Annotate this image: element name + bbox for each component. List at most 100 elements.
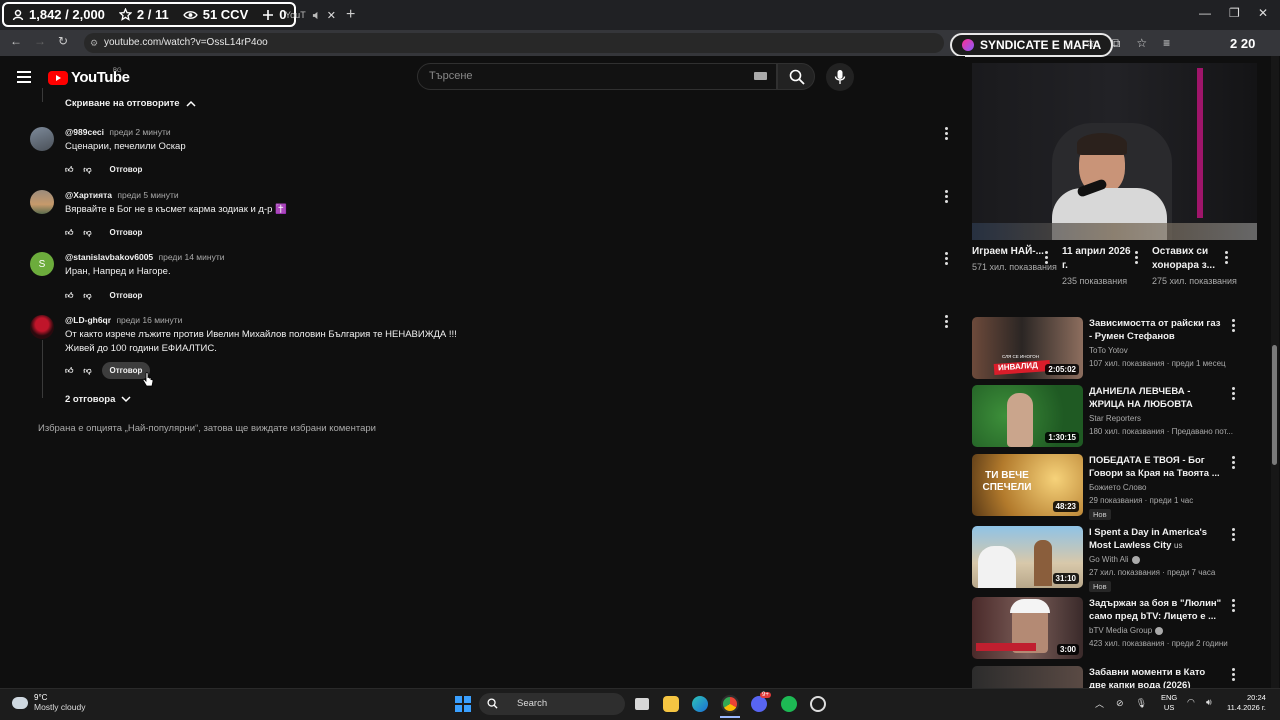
show-replies-button[interactable]: 2 отговора <box>65 394 131 405</box>
volume-icon[interactable]: 🔊︎ <box>1206 697 1212 708</box>
short-item[interactable]: 11 април 2026 г. 235 показвания <box>1062 245 1132 288</box>
avatar[interactable]: S <box>30 252 54 276</box>
comment-time[interactable]: преди 2 минути <box>109 127 170 137</box>
video-title[interactable]: Задържан за боя в "Люлин" само пред bTV:… <box>1089 597 1224 623</box>
language-indicator[interactable]: ENG US <box>1161 693 1177 713</box>
video-title[interactable]: Забавни моменти в Като две капки вода (2… <box>1089 666 1224 688</box>
chevron-up-icon[interactable]: ︿ <box>1095 697 1104 710</box>
like-icon[interactable]: 👍︎ <box>65 228 73 238</box>
clock[interactable]: 20:24 11.4.2026 г. <box>1227 693 1266 713</box>
reply-button[interactable]: Отговор <box>102 287 151 304</box>
restore-icon[interactable]: ❐ <box>1229 6 1240 20</box>
more-actions-icon[interactable] <box>1232 599 1236 614</box>
reading-list-icon[interactable]: ≡ <box>1163 36 1170 51</box>
video-thumbnail[interactable]: 1:30:15 <box>972 385 1083 447</box>
microphone-tray-icon[interactable]: 🎙︎ <box>1136 698 1147 709</box>
dislike-icon[interactable]: 👎︎ <box>83 228 91 238</box>
keyboard-icon[interactable] <box>754 72 767 80</box>
more-actions-icon[interactable] <box>945 252 949 267</box>
more-actions-icon[interactable] <box>1232 528 1236 543</box>
search-input[interactable]: Търсене <box>417 63 777 90</box>
comment-author[interactable]: @stanislavbakov6005 <box>65 252 153 262</box>
avatar[interactable] <box>30 190 54 214</box>
like-icon[interactable]: 👍︎ <box>65 366 73 376</box>
speaker-icon[interactable] <box>312 11 321 20</box>
avatar[interactable] <box>30 315 54 339</box>
video-title[interactable]: ДАНИЕЛА ЛЕВЧЕВА - ЖРИЦА НА ЛЮБОВТА <box>1089 385 1224 411</box>
more-actions-icon[interactable] <box>1225 251 1229 266</box>
more-actions-icon[interactable] <box>1232 456 1236 471</box>
site-info-icon[interactable]: ⚙ <box>90 38 98 49</box>
video-thumbnail[interactable]: 3:00 <box>972 597 1083 659</box>
more-actions-icon[interactable] <box>1045 251 1049 266</box>
menu-icon[interactable] <box>17 71 31 83</box>
favorites-icon[interactable]: ☆ <box>1136 36 1147 51</box>
file-explorer-icon[interactable] <box>663 696 679 712</box>
app-icon[interactable] <box>810 696 826 712</box>
browser-tab-youtube[interactable]: YouT ✕ <box>285 4 340 26</box>
video-player[interactable] <box>972 63 1257 240</box>
comment-time[interactable]: преди 14 минути <box>159 252 225 262</box>
channel-name[interactable]: Go With Ali <box>1089 555 1140 564</box>
close-tab-icon[interactable]: ✕ <box>327 9 336 22</box>
recommended-video[interactable]: Забавни моменти в Като две капки вода (2… <box>972 666 1247 688</box>
weather-widget[interactable]: 9°C Mostly cloudy <box>12 693 86 712</box>
recommended-video[interactable]: 3:00 Задържан за боя в "Люлин" само пред… <box>972 597 1247 661</box>
search-button[interactable] <box>777 63 815 90</box>
recommended-video[interactable]: 1:30:15 ДАНИЕЛА ЛЕВЧЕВА - ЖРИЦА НА ЛЮБОВ… <box>972 385 1247 449</box>
recommended-video[interactable]: ИНВАЛИД СЛЯ СЕ ИНОГОН 2:05:02 Зависимост… <box>972 317 1247 381</box>
scrollbar-thumb[interactable] <box>1272 345 1277 465</box>
more-actions-icon[interactable] <box>1135 251 1139 266</box>
close-window-icon[interactable]: ✕ <box>1258 6 1268 20</box>
reply-button[interactable]: Отговор <box>102 161 151 178</box>
back-icon[interactable]: ← <box>10 34 22 48</box>
network-icon[interactable]: ⊘ <box>1116 698 1124 709</box>
channel-name[interactable]: bTV Media Group <box>1089 626 1164 635</box>
bookmark-star-icon[interactable]: ☆ <box>1085 36 1096 51</box>
extensions-puzzle-icon[interactable]: ⧉ <box>1112 36 1121 51</box>
video-title[interactable]: ПОБЕДАТА Е ТВОЯ - Бог Говори за Края на … <box>1089 454 1224 480</box>
minimize-icon[interactable]: — <box>1199 6 1211 20</box>
forward-icon[interactable]: → <box>34 34 46 48</box>
channel-name[interactable]: Star Reporters <box>1089 414 1141 423</box>
task-view-icon[interactable] <box>635 698 649 710</box>
more-actions-icon[interactable] <box>945 127 949 142</box>
edge-icon[interactable] <box>692 696 708 712</box>
recommended-video[interactable]: 31:10 I Spent a Day in America's Most La… <box>972 526 1247 592</box>
voice-search-button[interactable] <box>826 63 854 91</box>
reply-button[interactable]: Отговор <box>102 224 151 241</box>
discord-icon[interactable] <box>751 696 767 712</box>
dislike-icon[interactable]: 👎︎ <box>83 165 91 175</box>
dislike-icon[interactable]: 👎︎ <box>83 291 91 301</box>
video-thumbnail[interactable]: 31:10 <box>972 526 1083 588</box>
windows-start-icon[interactable] <box>455 696 471 712</box>
more-actions-icon[interactable] <box>945 315 949 330</box>
url-field[interactable]: youtube.com/watch?v=OssL14rP4oo <box>84 33 944 53</box>
hide-replies-button[interactable]: Скриване на отговорите <box>65 98 196 109</box>
more-actions-icon[interactable] <box>1232 668 1236 683</box>
spotify-icon[interactable] <box>781 696 797 712</box>
video-title[interactable]: I Spent a Day in America's Most Lawless … <box>1089 526 1224 552</box>
video-thumbnail[interactable]: ИНВАЛИД СЛЯ СЕ ИНОГОН 2:05:02 <box>972 317 1083 379</box>
video-thumbnail[interactable] <box>972 666 1083 688</box>
channel-name[interactable]: ToTo Yotov <box>1089 346 1128 355</box>
more-actions-icon[interactable] <box>1232 387 1236 402</box>
channel-name[interactable]: Божието Слово <box>1089 483 1146 492</box>
reload-icon[interactable]: ↻ <box>58 34 68 48</box>
comment-author[interactable]: @Хартията <box>65 190 112 200</box>
comment-author[interactable]: @989ceci <box>65 127 104 137</box>
wifi-icon[interactable]: ◠ <box>1187 697 1195 708</box>
taskbar-search[interactable]: Search <box>479 693 625 715</box>
avatar[interactable] <box>30 127 54 151</box>
video-thumbnail[interactable]: ТИ ВЕЧЕ СПЕЧЕЛИ 48:23 <box>972 454 1083 516</box>
comment-time[interactable]: преди 16 минути <box>116 315 182 325</box>
like-icon[interactable]: 👍︎ <box>65 165 73 175</box>
like-icon[interactable]: 👍︎ <box>65 291 73 301</box>
chrome-icon[interactable] <box>721 695 739 713</box>
dislike-icon[interactable]: 👎︎ <box>83 366 91 376</box>
new-tab-icon[interactable]: + <box>346 6 355 24</box>
extension-counter[interactable]: 2 20 <box>1230 36 1255 51</box>
comment-author[interactable]: @LD-gh6qr <box>65 315 111 325</box>
more-actions-icon[interactable] <box>945 190 949 205</box>
comment-time[interactable]: преди 5 минути <box>117 190 178 200</box>
